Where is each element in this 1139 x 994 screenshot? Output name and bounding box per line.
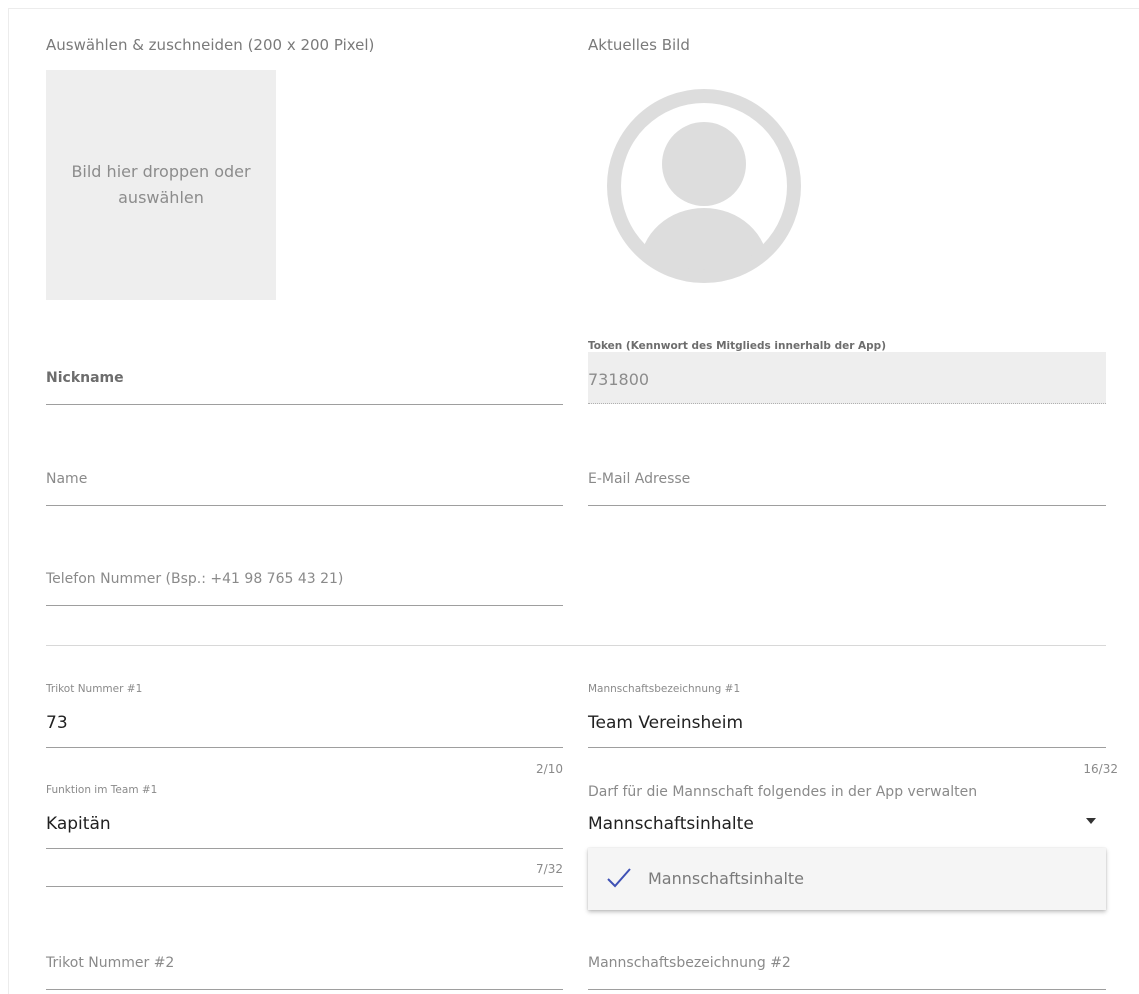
check-icon — [607, 868, 631, 888]
jersey1-input[interactable]: 73 — [46, 713, 68, 733]
function1-underline — [46, 848, 563, 849]
dropzone-text: Bild hier droppen oder auswählen — [71, 162, 251, 207]
card-top-border — [8, 8, 1139, 9]
image-dropzone[interactable]: Bild hier droppen oder auswählen — [46, 70, 276, 300]
jersey1-underline — [46, 747, 563, 748]
team1-name-underline — [588, 747, 1106, 748]
token-value: 731800 — [588, 370, 650, 389]
team1-name-label: Mannschaftsbezeichnung #1 — [588, 683, 741, 695]
function1-input[interactable]: Kapitän — [46, 814, 111, 834]
nickname-underline — [46, 404, 563, 405]
email-underline — [588, 505, 1106, 506]
jersey1-counter: 2/10 — [536, 762, 563, 776]
manage1-dropdown-menu: Mannschaftsinhalte — [588, 848, 1106, 910]
jersey2-input[interactable] — [46, 945, 563, 989]
menu-option-label: Mannschaftsinhalte — [648, 869, 805, 888]
name-underline — [46, 505, 563, 506]
token-label: Token (Kennwort des Mitglieds innerhalb … — [588, 340, 886, 352]
member-edit-form: Auswählen & zuschneiden (200 x 200 Pixel… — [0, 0, 1139, 994]
jersey2-underline — [46, 989, 563, 990]
manage1-select[interactable]: Mannschaftsinhalte — [588, 814, 754, 834]
phone-underline — [46, 605, 563, 606]
card-left-border — [8, 8, 9, 994]
caret-down-icon[interactable] — [1086, 818, 1096, 824]
token-field: 731800 — [588, 352, 1106, 404]
team1-name-counter: 16/32 — [1083, 762, 1118, 776]
menu-option-mannschaftsinhalte[interactable]: Mannschaftsinhalte — [588, 848, 1106, 910]
team1-name-input[interactable]: Team Vereinsheim — [588, 713, 743, 733]
image-select-label: Auswählen & zuschneiden (200 x 200 Pixel… — [46, 36, 375, 54]
function1-label: Funktion im Team #1 — [46, 784, 158, 796]
current-image-label: Aktuelles Bild — [588, 36, 690, 54]
user-placeholder-icon — [607, 89, 801, 283]
name-input[interactable] — [46, 460, 563, 504]
jersey1-label: Trikot Nummer #1 — [46, 683, 143, 695]
team2-name-input[interactable] — [588, 945, 1106, 989]
phone-input[interactable] — [46, 560, 563, 604]
nickname-input[interactable] — [46, 360, 563, 404]
function1-bottom-line — [46, 886, 563, 887]
section-divider — [46, 645, 1106, 646]
team2-name-underline — [588, 989, 1106, 990]
manage1-label: Darf für die Mannschaft folgendes in der… — [588, 784, 978, 800]
email-input[interactable] — [588, 460, 1106, 504]
function1-counter: 7/32 — [536, 862, 563, 876]
